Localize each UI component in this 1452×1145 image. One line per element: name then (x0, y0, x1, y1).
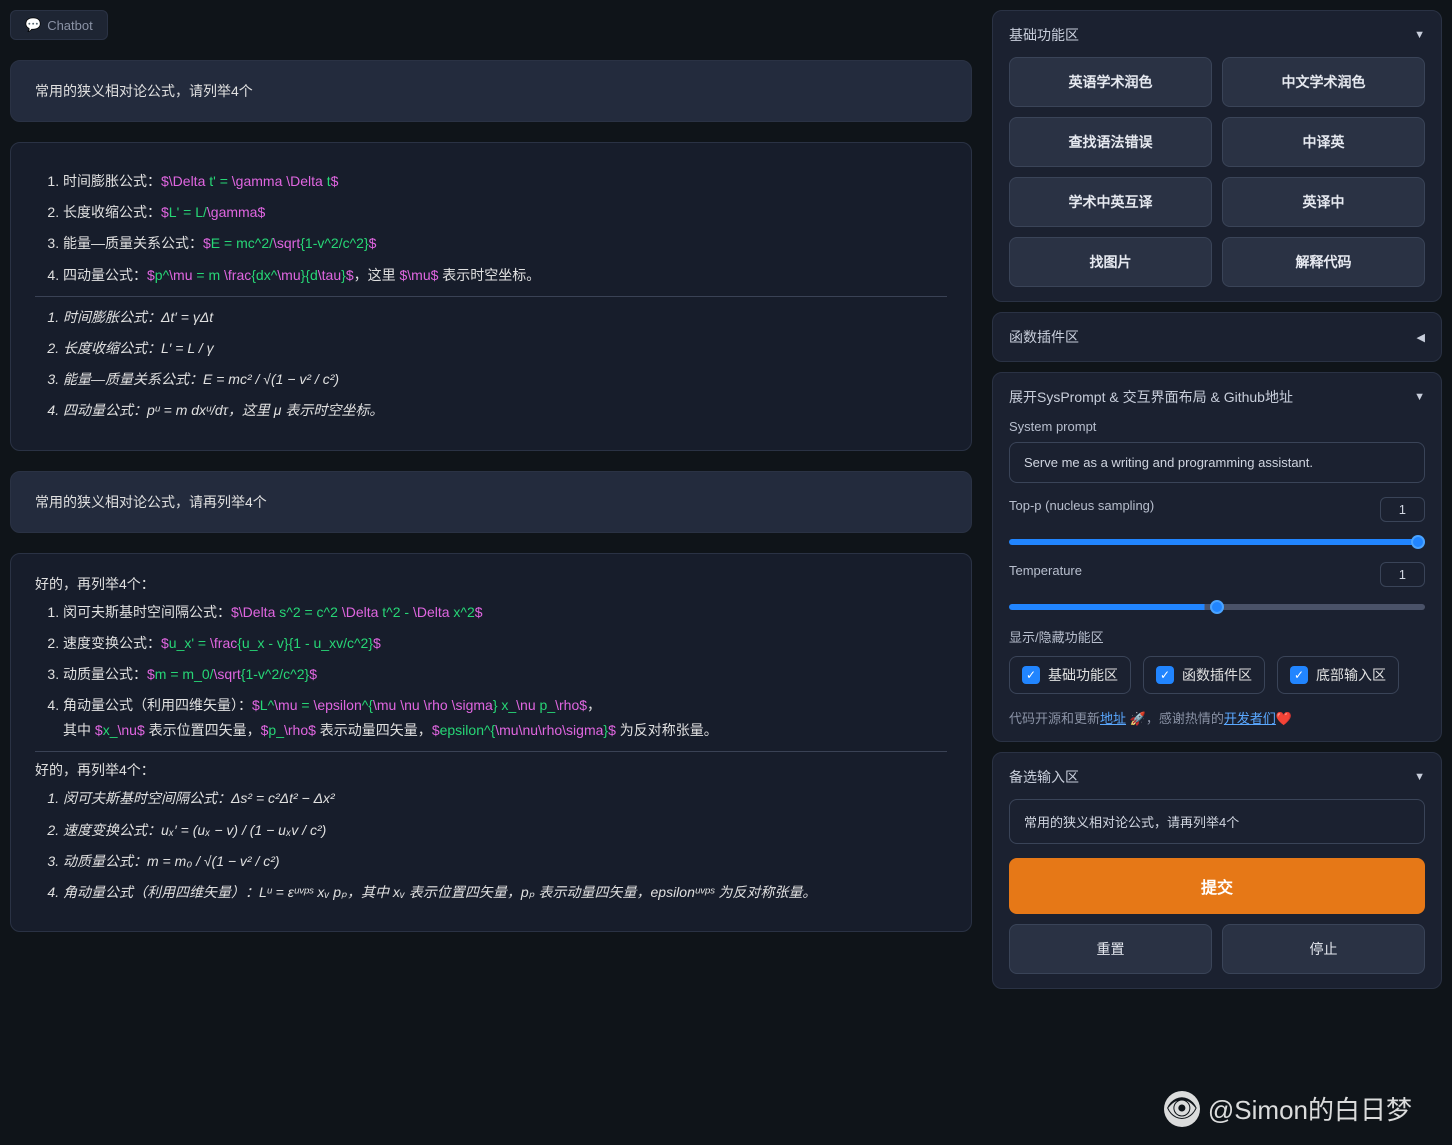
temperature-value[interactable]: 1 (1380, 562, 1425, 587)
stop-button[interactable]: 停止 (1222, 924, 1425, 974)
chevron-left-icon: ◀ (1417, 331, 1425, 344)
basic-button-grid: 英语学术润色 中文学术润色 查找语法错误 中译英 学术中英互译 英译中 找图片 … (1009, 57, 1425, 287)
sysprompt-header[interactable]: 展开SysPrompt & 交互界面布局 & Github地址 ▼ (1009, 387, 1425, 407)
plugin-section: 函数插件区 ◀ (992, 312, 1442, 362)
check-icon: ✓ (1290, 666, 1308, 684)
basic-function-header[interactable]: 基础功能区 ▼ (1009, 25, 1425, 45)
formula-list-rendered: 时间膨胀公式：Δt′ = γΔt 长度收缩公式：L′ = L / γ 能量—质量… (35, 305, 947, 424)
tab-chatbot[interactable]: 💬 Chatbot (10, 10, 108, 40)
rendered-intro: 好的，再列举4个： (35, 760, 947, 780)
divider (35, 751, 947, 752)
bot-message: 好的，再列举4个： 闵可夫斯基时空间隔公式：$\Delta s^2 = c^2 … (10, 553, 972, 933)
btn-grammar-check[interactable]: 查找语法错误 (1009, 117, 1212, 167)
alt-input-field[interactable]: 常用的狭义相对论公式，请再列举4个 (1009, 799, 1425, 844)
bot-message: 时间膨胀公式：$\Delta t' = \gamma \Delta t$ 长度收… (10, 142, 972, 451)
top-p-value[interactable]: 1 (1380, 497, 1425, 522)
chat-icon: 💬 (25, 17, 41, 33)
alt-input-section: 备选输入区 ▼ 常用的狭义相对论公式，请再列举4个 提交 重置 停止 (992, 752, 1442, 989)
btn-en-to-zh[interactable]: 英译中 (1222, 177, 1425, 227)
divider (35, 296, 947, 297)
system-prompt-label: System prompt (1009, 419, 1425, 434)
chat-panel: 💬 Chatbot 常用的狭义相对论公式，请列举4个 时间膨胀公式：$\Delt… (0, 0, 982, 1145)
btn-chinese-polish[interactable]: 中文学术润色 (1222, 57, 1425, 107)
temperature-slider[interactable] (1009, 604, 1425, 610)
check-icon: ✓ (1156, 666, 1174, 684)
chk-basic[interactable]: ✓基础功能区 (1009, 656, 1131, 694)
check-icon: ✓ (1022, 666, 1040, 684)
btn-explain-code[interactable]: 解释代码 (1222, 237, 1425, 287)
chevron-down-icon: ▼ (1414, 391, 1425, 403)
link-repo[interactable]: 地址 (1100, 711, 1126, 726)
submit-button[interactable]: 提交 (1009, 858, 1425, 914)
formula-list-rendered: 闵可夫斯基时空间隔公式：Δs² = c²Δt² − Δx² 速度变换公式：uₓ′… (35, 786, 947, 905)
alt-input-header[interactable]: 备选输入区 ▼ (1009, 767, 1425, 787)
footer-text: 代码开源和更新地址 🚀，感谢热情的开发者们❤️ (1009, 708, 1425, 727)
sysprompt-section: 展开SysPrompt & 交互界面布局 & Github地址 ▼ System… (992, 372, 1442, 742)
btn-find-image[interactable]: 找图片 (1009, 237, 1212, 287)
basic-function-section: 基础功能区 ▼ 英语学术润色 中文学术润色 查找语法错误 中译英 学术中英互译 … (992, 10, 1442, 302)
btn-zh-to-en[interactable]: 中译英 (1222, 117, 1425, 167)
chk-bottom-input[interactable]: ✓底部输入区 (1277, 656, 1399, 694)
system-prompt-input[interactable]: Serve me as a writing and programming as… (1009, 442, 1425, 483)
formula-list-raw: 时间膨胀公式：$\Delta t' = \gamma \Delta t$ 长度收… (35, 169, 947, 288)
temperature-label: Temperature (1009, 563, 1082, 578)
chk-plugin[interactable]: ✓函数插件区 (1143, 656, 1265, 694)
user-message: 常用的狭义相对论公式，请再列举4个 (10, 471, 972, 533)
reset-button[interactable]: 重置 (1009, 924, 1212, 974)
link-devs[interactable]: 开发者们 (1224, 711, 1276, 726)
message-intro: 好的，再列举4个： (35, 574, 947, 594)
btn-academic-bidir[interactable]: 学术中英互译 (1009, 177, 1212, 227)
btn-english-polish[interactable]: 英语学术润色 (1009, 57, 1212, 107)
plugin-header[interactable]: 函数插件区 ◀ (1009, 327, 1425, 347)
formula-list-raw: 闵可夫斯基时空间隔公式：$\Delta s^2 = c^2 \Delta t^2… (35, 600, 947, 744)
top-p-slider[interactable] (1009, 539, 1425, 545)
message-text: 常用的狭义相对论公式，请再列举4个 (35, 494, 267, 510)
chevron-down-icon: ▼ (1414, 29, 1425, 41)
top-p-label: Top-p (nucleus sampling) (1009, 498, 1154, 513)
user-message: 常用的狭义相对论公式，请列举4个 (10, 60, 972, 122)
tab-label: Chatbot (47, 18, 93, 33)
message-text: 常用的狭义相对论公式，请列举4个 (35, 83, 253, 99)
sidebar: 基础功能区 ▼ 英语学术润色 中文学术润色 查找语法错误 中译英 学术中英互译 … (982, 0, 1452, 1145)
chevron-down-icon: ▼ (1414, 771, 1425, 783)
tab-bar: 💬 Chatbot (10, 10, 972, 40)
visibility-label: 显示/隐藏功能区 (1009, 627, 1425, 646)
